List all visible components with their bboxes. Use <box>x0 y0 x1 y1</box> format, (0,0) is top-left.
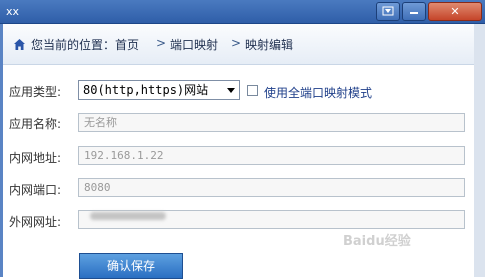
wan-address-label: 外网网址: <box>9 215 62 229</box>
watermark: Baidu经验 <box>343 234 411 249</box>
minimize-icon <box>410 12 418 14</box>
breadcrumb-separator: > <box>156 36 167 50</box>
full-port-mode-label[interactable]: 使用全端口映射模式 <box>264 84 372 101</box>
title-bar: xx ✕ <box>0 0 485 24</box>
type-label: 应用类型: <box>9 85 62 99</box>
breadcrumb-separator: > <box>231 36 242 50</box>
close-button[interactable]: ✕ <box>428 2 482 21</box>
lan-address-label: 内网地址: <box>9 151 62 165</box>
breadcrumb: 您当前的位置：首页 > 端口映射 > 映射编辑 <box>3 24 474 65</box>
app-name-label: 应用名称: <box>9 117 62 131</box>
chevron-down-icon <box>227 88 235 93</box>
lan-port-label: 内网端口: <box>9 183 62 197</box>
menu-icon <box>382 6 394 16</box>
lan-address-input[interactable]: 192.168.1.22 <box>78 146 465 165</box>
close-icon: ✕ <box>450 5 460 18</box>
home-icon <box>14 39 25 50</box>
type-select[interactable]: 80(http,https)网站 <box>78 80 240 100</box>
window-right-border <box>474 24 485 277</box>
redacted-blur <box>90 212 166 220</box>
breadcrumb-prefix: 您当前的位置：首页 <box>31 38 140 52</box>
minimize-button[interactable] <box>402 2 426 21</box>
window-title: xx <box>6 5 20 18</box>
breadcrumb-item-mapping-edit: 映射编辑 <box>245 38 294 52</box>
save-button[interactable]: 确认保存 <box>79 253 183 279</box>
type-select-value: 80(http,https)网站 <box>83 83 209 97</box>
lan-port-input[interactable]: 8080 <box>78 178 465 197</box>
breadcrumb-item-port-mapping[interactable]: 端口映射 <box>170 36 218 53</box>
app-name-input[interactable]: 无名称 <box>78 113 465 132</box>
full-port-mode-checkbox[interactable] <box>247 85 258 96</box>
menu-button[interactable] <box>376 2 400 21</box>
